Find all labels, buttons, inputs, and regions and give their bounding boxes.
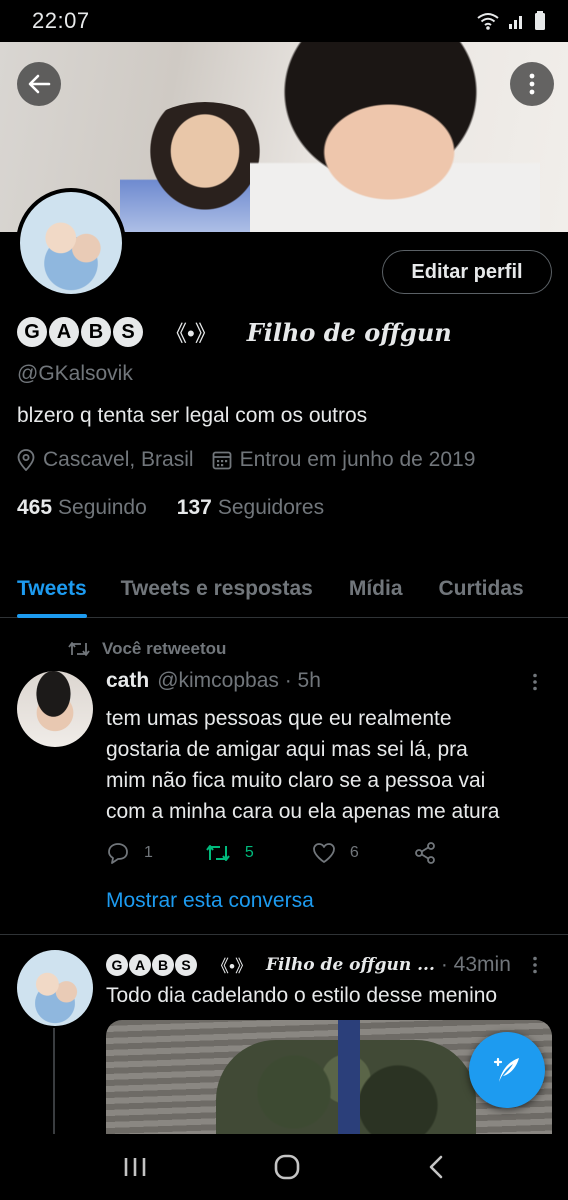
retweet-icon (68, 641, 90, 657)
tweet-header: cath @kimcopbas · 5h (106, 669, 321, 693)
retweet-button[interactable]: 5 (205, 843, 254, 863)
compose-icon (493, 1057, 519, 1082)
tweet-author-name[interactable]: Filho de offgun ... (266, 955, 435, 975)
status-icons (476, 11, 546, 31)
name-symbol: 《•》 (212, 957, 252, 976)
followers-label: Seguidores (217, 496, 325, 519)
share-icon (414, 842, 435, 864)
media-strap (338, 1020, 360, 1140)
tweet-text: Todo dia cadelando o estilo desse menino (106, 984, 498, 1007)
like-icon (312, 843, 335, 863)
wifi-icon (477, 13, 499, 30)
reply-icon (108, 843, 128, 864)
profile-avatar[interactable] (16, 188, 126, 298)
profile-meta: Cascavel, Brasil Entrou em junho de 2019 (17, 448, 557, 472)
status-bar: 22:07 (0, 0, 568, 42)
tweet-more-icon[interactable] (532, 956, 538, 979)
following-count: 465 (17, 496, 53, 519)
compose-tweet-button[interactable] (469, 1032, 545, 1108)
calendar-icon (212, 450, 232, 470)
more-options-button[interactable] (510, 62, 554, 106)
profile-joined: Entrou em junho de 2019 (239, 448, 476, 471)
tweet-text-line: mim não fica muito claro se a pessoa vai (106, 769, 486, 792)
battery-icon (535, 11, 545, 30)
following-label: Seguindo (58, 496, 147, 519)
home-icon[interactable] (273, 1153, 301, 1181)
recent-apps-icon[interactable] (122, 1155, 148, 1179)
retweet-count: 5 (244, 844, 254, 861)
retweet-label: Você retweetou (102, 639, 227, 658)
share-button[interactable] (413, 841, 437, 865)
tab-likes[interactable]: Curtidas (439, 560, 524, 618)
tab-media[interactable]: Mídia (349, 560, 403, 618)
back-arrow-icon (28, 74, 51, 94)
edit-profile-button[interactable]: Editar perfil (382, 250, 552, 294)
name-letter: S (175, 953, 197, 976)
tweet-text-line: tem umas pessoas que eu realmente (106, 707, 452, 730)
name-letter: G (106, 953, 128, 976)
show-conversation-link[interactable]: Mostrar esta conversa (106, 889, 314, 913)
profile-handle: @GKalsovik (17, 362, 133, 385)
retweet-indicator: Você retweetou (68, 639, 226, 659)
like-count: 6 (349, 844, 359, 861)
tweet-avatar[interactable] (17, 950, 93, 1026)
name-letter: A (49, 317, 79, 347)
tweet-text-line: com a minha cara ou ela apenas me atura (106, 800, 500, 823)
retweet-icon (206, 845, 230, 861)
tweet[interactable]: G A B S 《•》 Filho de offgun ... · 43min … (0, 936, 568, 1140)
profile-location: Cascavel, Brasil (43, 448, 194, 471)
signal-icon (509, 16, 522, 29)
tweet-more-icon[interactable] (532, 673, 538, 696)
banner-person-right (250, 42, 540, 232)
name-symbol: 《•》 (165, 321, 217, 346)
profile-bio: blzero q tenta ser legal com os outros (17, 404, 368, 427)
tab-tweets[interactable]: Tweets (17, 560, 87, 618)
name-letter: S (113, 317, 143, 347)
tweet-author-name[interactable]: cath (106, 669, 149, 693)
followers-link[interactable]: 137 Seguidores (177, 496, 324, 520)
tab-tweets-replies[interactable]: Tweets e respostas (121, 560, 313, 618)
profile-tabs: Tweets Tweets e respostas Mídia Curtidas (0, 560, 568, 618)
tweet-time: · 43min (440, 952, 511, 976)
followers-count: 137 (176, 496, 212, 519)
back-nav-icon[interactable] (426, 1154, 446, 1180)
location-pin-icon (17, 449, 35, 471)
tweet-header: G A B S 《•》 Filho de offgun ... · 43min (106, 952, 511, 977)
profile-counts: 465 Seguindo 137 Seguidores (17, 496, 557, 520)
reply-count: 1 (144, 844, 153, 861)
tweet-actions: 1 5 6 (106, 841, 437, 865)
name-letter: G (17, 317, 47, 347)
system-nav-bar (0, 1134, 568, 1200)
tweet[interactable]: Você retweetou cath @kimcopbas · 5h tem … (0, 619, 568, 935)
tweet-text: tem umas pessoas que eu realmente gostar… (106, 703, 556, 827)
display-name: G A B S 《•》 Filho de offgun (17, 312, 557, 352)
name-letter: B (81, 317, 111, 347)
status-time: 22:07 (32, 8, 90, 33)
back-button[interactable] (17, 62, 61, 106)
tweet-text-line: gostaria de amigar aqui mas sei lá, pra (106, 738, 468, 761)
like-button[interactable]: 6 (312, 842, 359, 864)
more-vertical-icon (529, 73, 535, 95)
thread-line (53, 1028, 55, 1138)
profile-info: G A B S 《•》 Filho de offgun @GKalsovik b… (17, 312, 557, 520)
name-letter: A (129, 953, 151, 976)
tweet-avatar[interactable] (17, 671, 93, 747)
reply-button[interactable]: 1 (106, 842, 153, 864)
name-script: Filho de offgun (246, 317, 452, 347)
following-link[interactable]: 465 Seguindo (17, 496, 147, 520)
tweet-handle-time: @kimcopbas · 5h (157, 669, 321, 692)
name-letter: B (152, 953, 174, 976)
